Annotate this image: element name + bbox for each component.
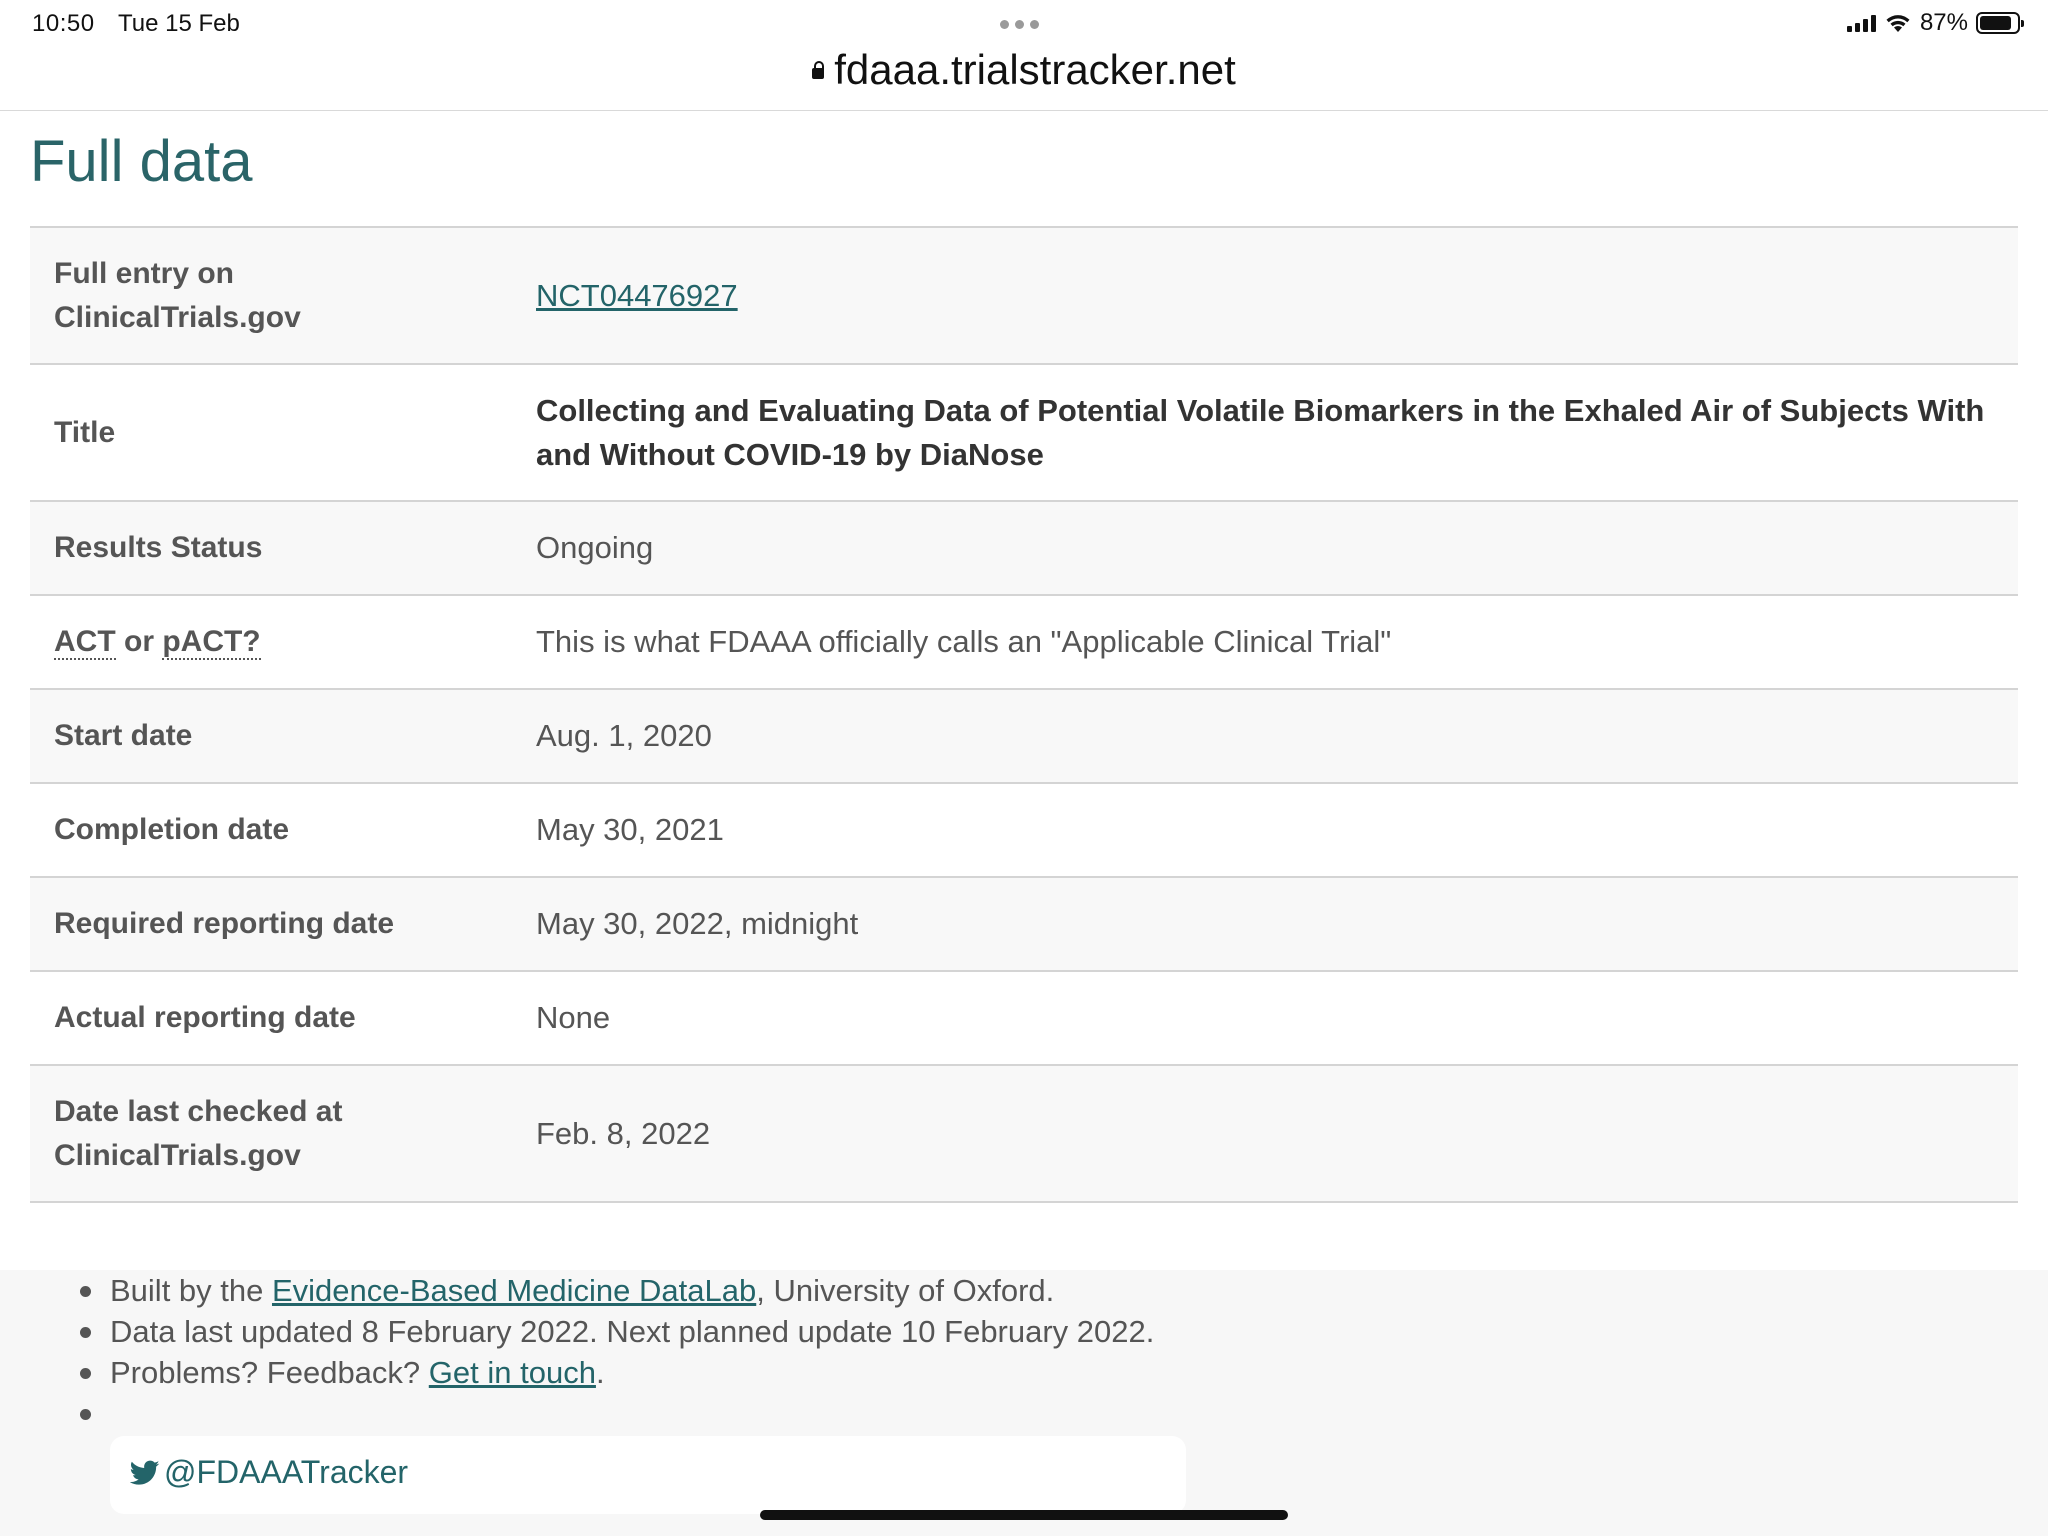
ebm-datalab-link[interactable]: Evidence-Based Medicine DataLab [272,1273,756,1308]
table-row: Completion date May 30, 2021 [30,783,2018,877]
row-value: Ongoing [536,530,654,565]
url-text[interactable]: fdaaa.trialstracker.net [834,46,1236,94]
row-label: Required reporting date [54,907,395,940]
status-time: 10:50 [32,10,95,37]
table-row: Title Collecting and Evaluating Data of … [30,364,2018,501]
cellular-signal-icon [1846,14,1876,32]
home-indicator[interactable] [760,1510,1288,1520]
address-bar[interactable]: fdaaa.trialstracker.net [0,44,2048,111]
pact-abbreviation[interactable]: pACT? [162,625,261,660]
multitasking-dots-icon[interactable] [1000,20,1039,29]
row-label: Title [54,415,116,449]
row-value: May 30, 2021 [536,812,724,847]
label-separator: or [115,625,163,658]
footer-text: Problems? Feedback? [110,1355,429,1390]
wifi-icon [1886,15,1910,32]
trial-data-table: Full entry on ClinicalTrials.gov NCT0447… [30,226,2018,1203]
footer-text: Built by the [110,1273,272,1308]
battery-icon [1976,12,2024,34]
status-bar: 10:50 Tue 15 Feb 87% [0,0,2048,48]
table-row: Results Status Ongoing [30,501,2018,595]
table-row: Start date Aug. 1, 2020 [30,689,2018,783]
row-value: Feb. 8, 2022 [536,1115,711,1151]
footer-text: , University of Oxford. [756,1273,1055,1308]
footer-update-info: Data last updated 8 February 2022. Next … [80,1311,2048,1352]
status-date: Tue 15 Feb [118,10,240,37]
table-row: ACT or pACT? This is what FDAAA official… [30,595,2018,689]
row-value: May 30, 2022, midnight [536,906,859,941]
battery-percent: 87% [1919,9,1968,36]
row-value: None [536,1000,611,1035]
row-label: Start date [54,719,193,752]
table-row: Required reporting date May 30, 2022, mi… [30,877,2018,971]
status-indicators: 87% [1846,8,2024,38]
row-label: Full entry on ClinicalTrials.gov [54,256,301,334]
page-title: Full data [30,129,253,194]
act-abbreviation[interactable]: ACT [54,625,116,660]
row-label: ACT or pACT? [30,595,512,689]
row-label: Completion date [54,813,290,846]
twitter-bird-icon [130,1460,160,1485]
table-row: Full entry on ClinicalTrials.gov NCT0447… [30,227,2018,364]
footer-text: . [595,1355,605,1390]
footer-list: Built by the Evidence-Based Medicine Dat… [0,1270,2048,1434]
nct-id-link[interactable]: NCT04476927 [536,278,738,313]
table-row: Date last checked at ClinicalTrials.gov … [30,1065,2018,1202]
row-value: This is what FDAAA officially calls an "… [536,624,1392,659]
site-footer: Built by the Evidence-Based Medicine Dat… [0,1270,2048,1536]
row-value: NCT04476927 [512,227,2018,364]
twitter-handle[interactable]: @FDAAATracker [164,1454,408,1491]
twitter-follow-box[interactable]: @FDAAATracker [110,1436,1186,1514]
row-value: Aug. 1, 2020 [536,718,712,753]
footer-credit: Built by the Evidence-Based Medicine Dat… [80,1270,2048,1311]
row-value: Collecting and Evaluating Data of Potent… [536,392,1985,472]
table-row: Actual reporting date None [30,971,2018,1065]
get-in-touch-link[interactable]: Get in touch [429,1355,596,1390]
row-label: Actual reporting date [54,1001,356,1034]
footer-feedback: Problems? Feedback? Get in touch. [80,1352,2048,1393]
row-label: Results Status [54,531,263,564]
footer-empty-item [80,1393,2048,1434]
row-label: Date last checked at ClinicalTrials.gov [54,1094,343,1172]
lock-icon [812,60,825,79]
